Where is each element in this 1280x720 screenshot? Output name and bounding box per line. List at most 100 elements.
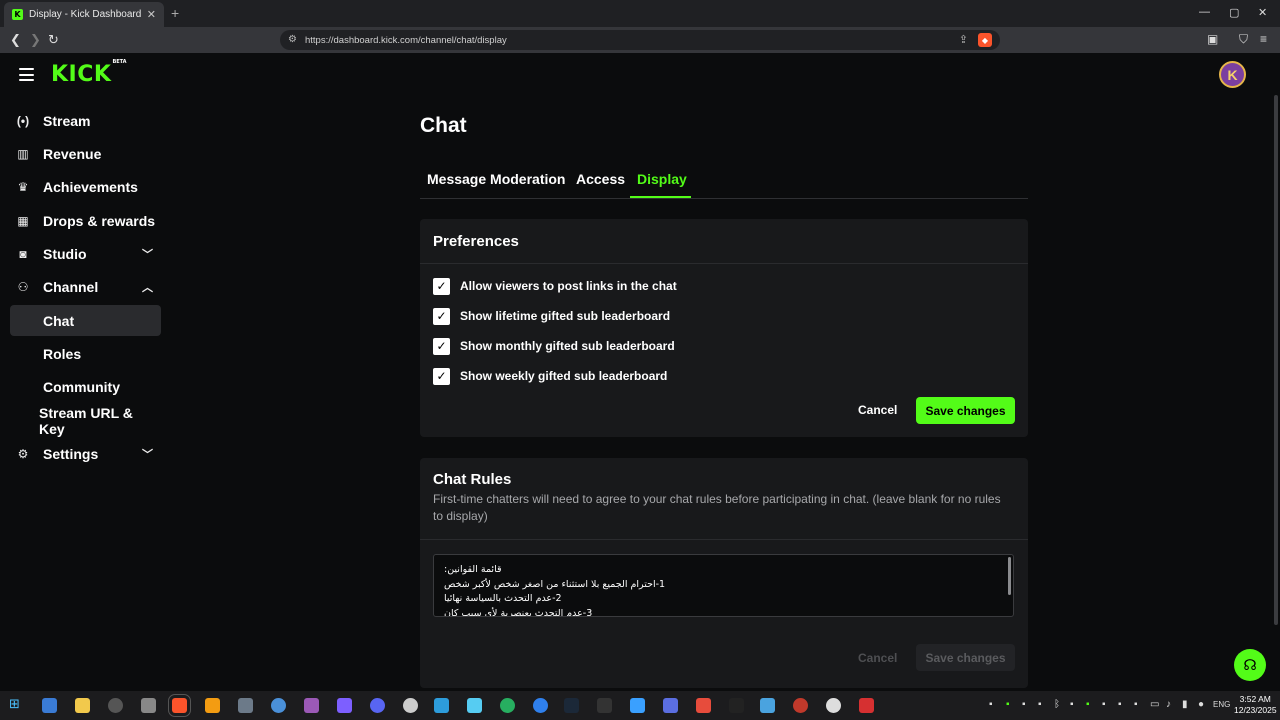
tray-app-icon[interactable]: ▪ [1134,699,1138,710]
chart-icon: ▥ [17,146,29,161]
taskbar-app-icon[interactable] [434,698,449,713]
taskbar-app-icon[interactable] [696,698,711,713]
chevron-up-icon: ︿ [142,281,153,294]
sidebar-item-studio[interactable]: ◙ Studio ﹀ [10,238,161,269]
sidebar-item-settings[interactable]: ⚙ Settings ﹀ [10,438,161,469]
volume-icon[interactable]: ♪ [1166,699,1171,710]
brave-shields-icon[interactable]: ◆ [978,33,992,47]
menu-icon[interactable]: ≡ [1260,32,1267,46]
tab-close-icon[interactable]: ✕ [147,8,156,21]
address-bar[interactable]: ⚙ https://dashboard.kick.com/channel/cha… [280,30,1000,50]
textarea-scrollbar[interactable] [1008,557,1011,595]
microphone-icon[interactable]: ● [1198,699,1204,710]
maximize-icon[interactable]: ▢ [1229,6,1239,19]
back-icon[interactable]: ❮ [10,32,21,48]
taskbar-app-icon[interactable] [826,698,841,713]
taskbar-app-icon[interactable] [500,698,515,713]
taskbar-app-icon[interactable] [760,698,775,713]
minimize-icon[interactable]: — [1199,6,1210,18]
preferences-save-button[interactable]: Save changes [916,397,1015,424]
tab-display[interactable]: Display [637,171,687,187]
taskbar-app-icon[interactable] [793,698,808,713]
windows-start-icon[interactable]: ⊞ [9,696,24,711]
taskbar-app-icon[interactable] [663,698,678,713]
tray-app-icon[interactable]: ▪ [1022,699,1026,710]
taskbar-app-icon[interactable] [533,698,548,713]
pref-monthly-leaderboard[interactable]: ✓ Show monthly gifted sub leaderboard [433,337,675,355]
kick-logo[interactable]: KICKBETA [51,59,127,87]
pref-lifetime-leaderboard[interactable]: ✓ Show lifetime gifted sub leaderboard [433,307,670,325]
tray-app-icon[interactable]: ▪ [1070,699,1074,710]
sidebar-item-stream[interactable]: (•) Stream [10,105,161,136]
rules-save-button[interactable]: Save changes [916,644,1015,671]
trophy-icon: ♛ [17,179,29,194]
browser-tab[interactable]: K Display - Kick Dashboard ✕ [4,2,164,27]
taskbar-clock[interactable]: 3:52 AM 12/23/2025 [1234,694,1277,716]
sidebar-icon[interactable]: ▣ [1207,32,1218,46]
brave-browser-icon[interactable] [168,694,191,717]
steam-icon[interactable] [564,698,579,713]
tray-app-icon[interactable]: ▪ [1102,699,1106,710]
taskbar-app-icon[interactable] [238,698,253,713]
taskbar-app-icon[interactable] [42,698,57,713]
new-tab-icon[interactable]: + [171,5,179,21]
network-icon[interactable]: ▭ [1150,699,1159,710]
checkbox-checked-icon[interactable]: ✓ [433,367,450,385]
taskbar-app-icon[interactable] [630,698,645,713]
taskbar-app-icon[interactable] [859,698,874,713]
sidebar-item-revenue[interactable]: ▥ Revenue [10,138,161,169]
pref-weekly-leaderboard[interactable]: ✓ Show weekly gifted sub leaderboard [433,367,667,385]
vpn-shield-icon[interactable]: ⛉ [1239,32,1248,47]
preferences-cancel-button[interactable]: Cancel [858,403,897,417]
language-indicator[interactable]: ENG [1213,700,1230,709]
taskbar-app-icon[interactable] [271,698,286,713]
site-settings-icon[interactable]: ⚙ [288,34,297,45]
bluetooth-icon[interactable]: ᛒ [1054,699,1060,710]
channel-icon: ⚇ [17,279,29,294]
tray-app-icon[interactable]: ▪ [1086,699,1090,710]
pref-allow-links[interactable]: ✓ Allow viewers to post links in the cha… [433,277,677,295]
user-avatar[interactable]: K [1219,61,1246,88]
checkbox-checked-icon[interactable]: ✓ [433,277,450,295]
chat-rules-description: First-time chatters will need to agree t… [433,492,1001,523]
forward-icon[interactable]: ❯ [30,32,41,48]
taskbar-app-icon[interactable] [108,698,123,713]
support-chat-icon[interactable]: ☊ [1234,649,1266,681]
taskbar-app-icon[interactable] [304,698,319,713]
tray-app-icon[interactable]: ▪ [1038,699,1042,710]
studio-icon: ◙ [19,246,27,261]
hamburger-menu-icon[interactable] [19,68,34,85]
tab-access[interactable]: Access [576,171,625,187]
taskbar-app-icon[interactable] [141,698,156,713]
chevron-down-icon: ﹀ [142,248,153,261]
share-icon[interactable]: ⇪ [959,33,968,46]
window-close-icon[interactable]: ✕ [1258,6,1267,19]
checkbox-checked-icon[interactable]: ✓ [433,307,450,325]
rules-cancel-button[interactable]: Cancel [858,651,897,665]
tab-message-moderation[interactable]: Message Moderation [427,171,565,187]
sidebar-item-achievements[interactable]: ♛ Achievements [10,171,161,202]
taskbar-app-icon[interactable] [729,698,744,713]
sidebar-item-roles[interactable]: Roles [10,338,161,369]
checkbox-checked-icon[interactable]: ✓ [433,337,450,355]
tray-app-icon[interactable]: ▪ [1118,699,1122,710]
discord-icon[interactable] [370,698,385,713]
sidebar-item-chat[interactable]: Chat [10,305,161,336]
reload-icon[interactable]: ↻ [48,32,59,48]
sidebar-item-drops-rewards[interactable]: ▦ Drops & rewards [10,205,161,236]
vlc-icon[interactable] [205,698,220,713]
battery-icon[interactable]: ▮ [1182,699,1188,710]
obs-icon[interactable] [403,698,418,713]
sidebar-item-stream-url-key[interactable]: Stream URL & Key [10,405,161,437]
page-scrollbar[interactable] [1274,95,1278,625]
taskbar-app-icon[interactable] [467,698,482,713]
sidebar-item-community[interactable]: Community [10,371,161,402]
tray-app-icon[interactable]: ▪ [1006,699,1010,710]
file-explorer-icon[interactable] [75,698,90,713]
tray-app-icon[interactable]: ▪ [989,699,993,710]
sidebar-item-channel[interactable]: ⚇ Channel ︿ [10,271,161,302]
chat-rules-textarea[interactable]: قائمة القوانين: 1-احترام الجميع بلا استث… [433,554,1014,617]
epic-games-icon[interactable] [597,698,612,713]
preferences-title: Preferences [433,233,519,250]
taskbar-app-icon[interactable] [337,698,352,713]
